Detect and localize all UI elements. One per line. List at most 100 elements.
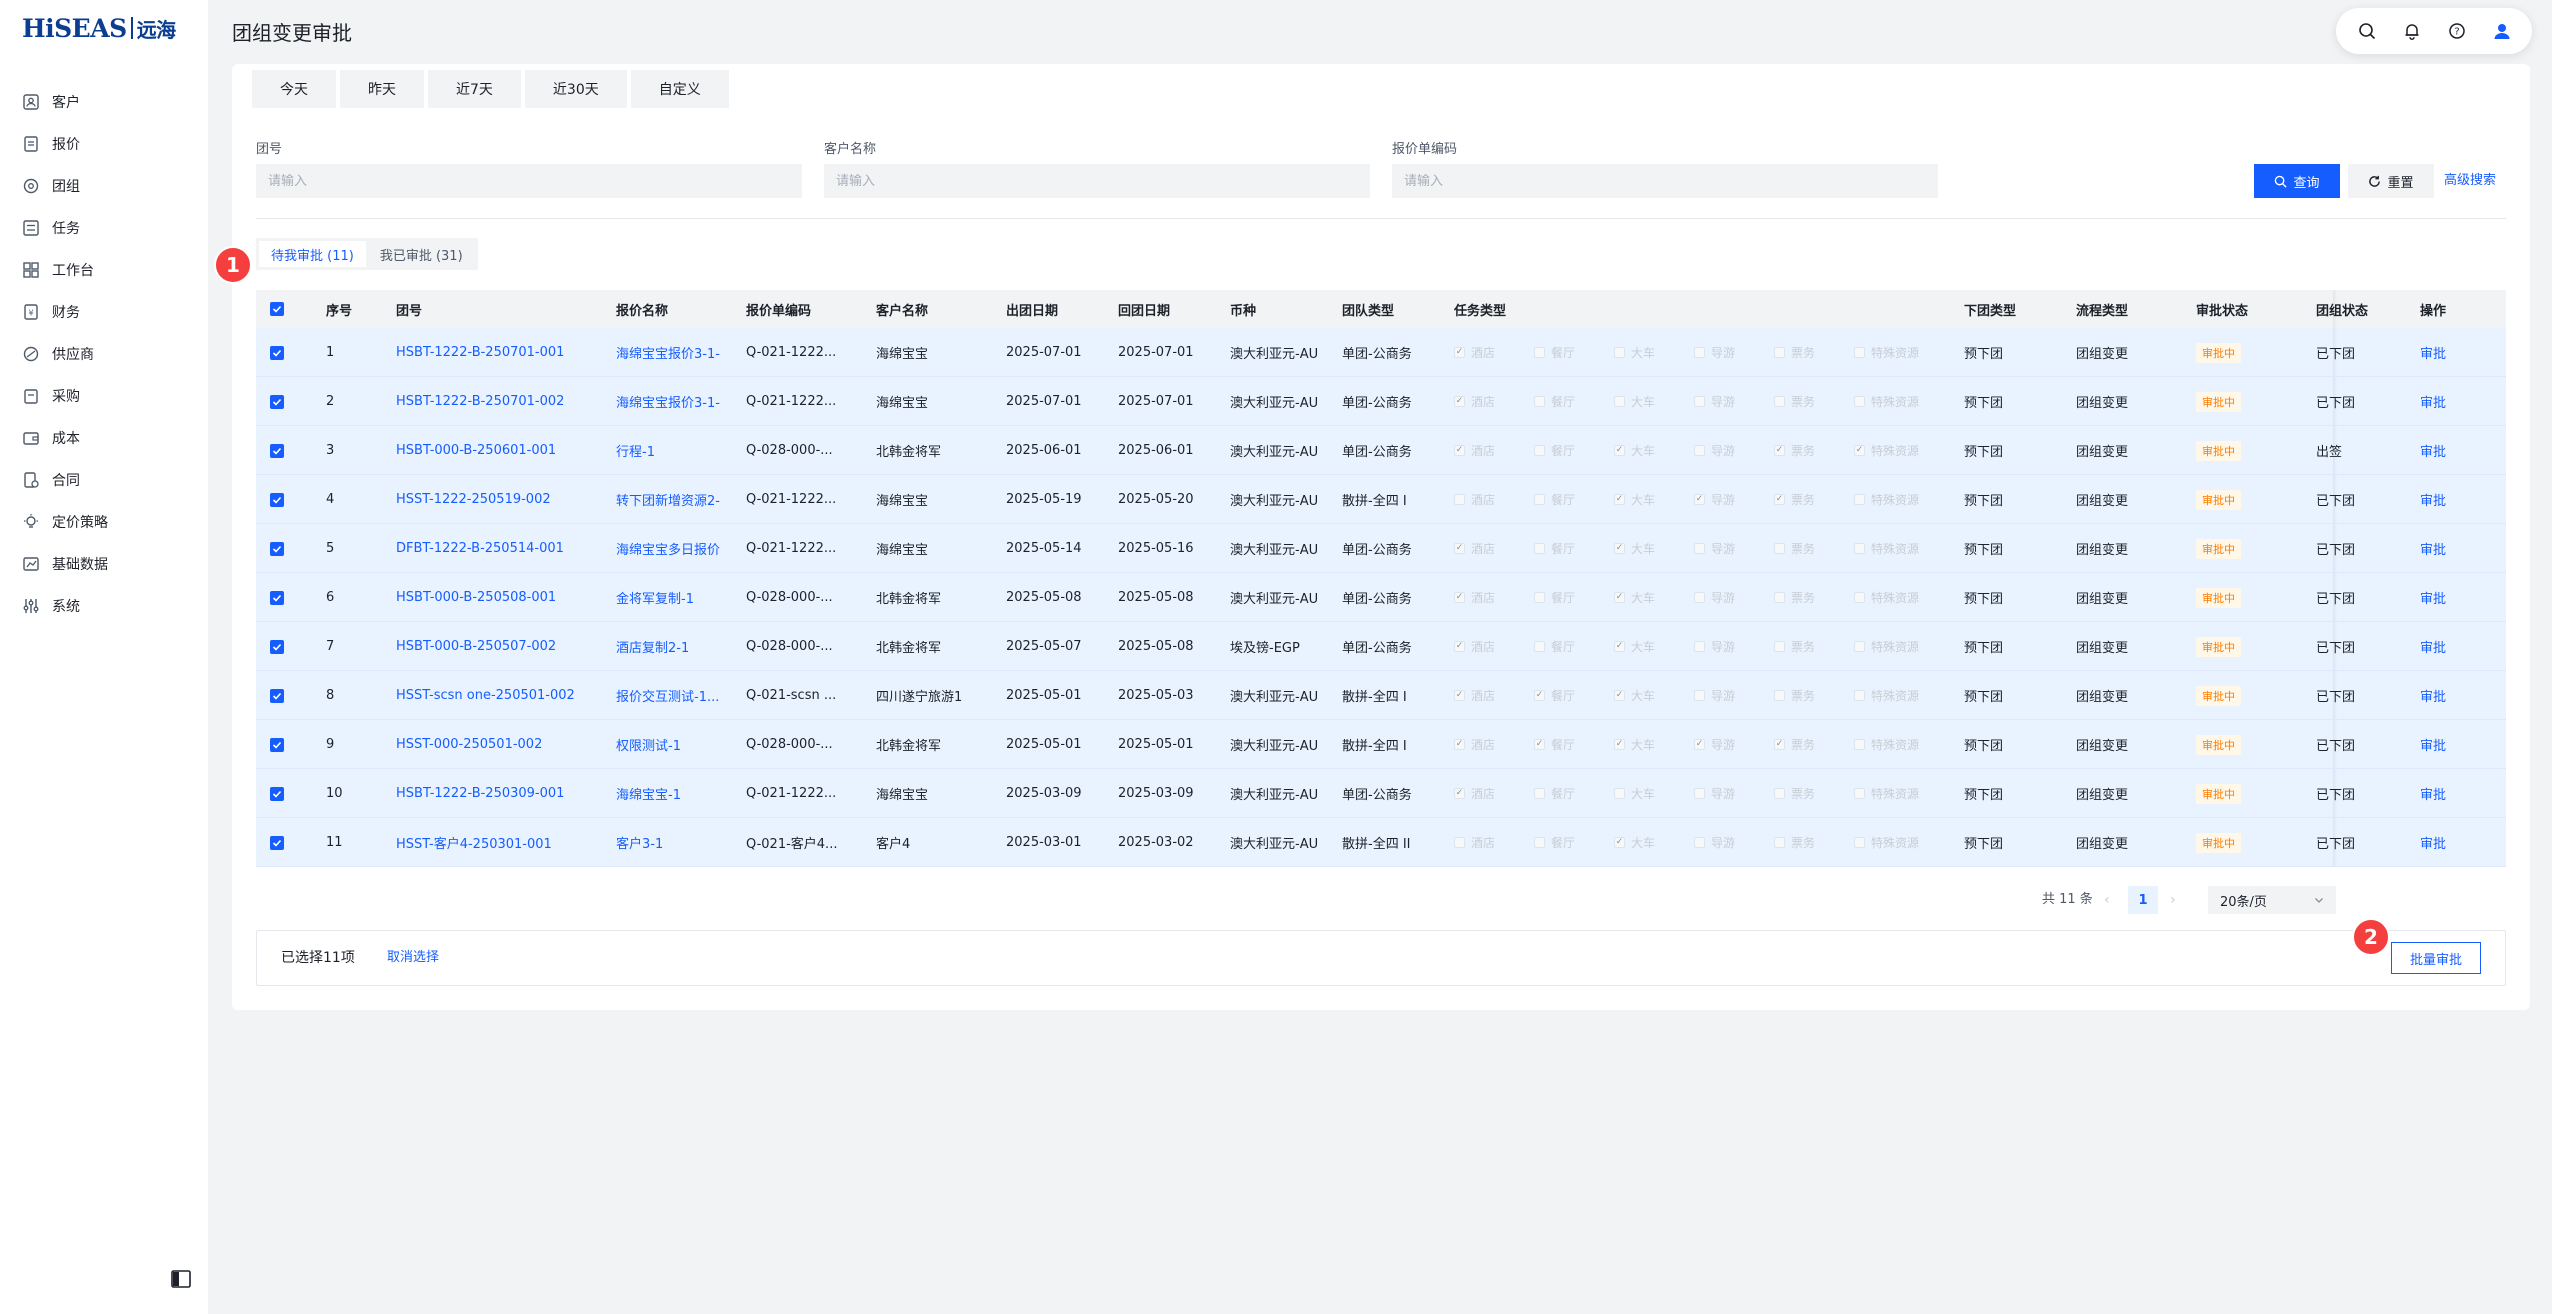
table-row[interactable]: 1 HSBT-1222-B-250701-001 海绵宝宝报价3-1- Q-021-1… [256,328,2506,377]
prev-page-button[interactable]: ‹ [2104,884,2110,916]
page-size-select[interactable]: 20条/页 [2208,886,2336,914]
cell-action-approve-link[interactable]: 审批 [2420,377,2480,426]
group-no-input[interactable] [256,164,802,198]
table-row[interactable]: 2 HSBT-1222-B-250701-002 海绵宝宝报价3-1- Q-021-1… [256,377,2506,426]
quote-code-input[interactable] [1392,164,1938,198]
date-tab-3[interactable]: 近30天 [524,70,627,108]
cell-quote-name[interactable]: 海绵宝宝-1 [616,769,734,818]
cell-group-no[interactable]: HSBT-000-B-250601-001 [396,426,606,475]
table-row[interactable]: 11 HSST-客户4-250301-001 客户3-1 Q-021-客户4... 客户… [256,818,2506,867]
sidebar-collapse-button[interactable] [170,1268,192,1290]
row-checkbox[interactable] [270,524,300,573]
cell-action-approve-link[interactable]: 审批 [2420,524,2480,573]
customer-name-input[interactable] [824,164,1370,198]
sidebar-item-quote[interactable]: 报价 [0,123,208,165]
row-checkbox[interactable] [270,622,300,671]
sidebar-item-cost[interactable]: 成本 [0,417,208,459]
sidebar-item-supplier[interactable]: 供应商 [0,333,208,375]
cell-group-no[interactable]: HSBT-1222-B-250701-002 [396,377,606,426]
cell-quote-name[interactable]: 海绵宝宝报价3-1- [616,377,734,426]
sidebar-item-group[interactable]: 团组 [0,165,208,207]
cell-group-no[interactable]: DFBT-1222-B-250514-001 [396,524,606,573]
cell-action-approve-link[interactable]: 审批 [2420,573,2480,622]
table-row[interactable]: 4 HSST-1222-250519-002 转下团新增资源2- Q-021-1222… [256,475,2506,524]
cell-quote-name[interactable]: 转下团新增资源2- [616,475,734,524]
row-checkbox[interactable] [270,426,300,475]
cell-customer: 北韩金将军 [876,592,942,607]
advanced-search-link[interactable]: 高级搜索 [2444,164,2496,198]
table-row[interactable]: 7 HSBT-000-B-250507-002 酒店复制2-1 Q-028-000-.… [256,622,2506,671]
date-tab-0[interactable]: 今天 [252,70,336,108]
cell-action-approve-link[interactable]: 审批 [2420,622,2480,671]
table-row[interactable]: 6 HSBT-000-B-250508-001 金将军复制-1 Q-028-000-.… [256,573,2506,622]
notification-button[interactable] [2396,15,2428,47]
cell-action-approve-link[interactable]: 审批 [2420,426,2480,475]
sidebar-item-purchase[interactable]: 采购 [0,375,208,417]
cell-quote-name[interactable]: 客户3-1 [616,818,734,867]
sidebar-item-system[interactable]: 系统 [0,585,208,627]
cell-action-approve-link[interactable]: 审批 [2420,328,2480,377]
cell-group-no[interactable]: HSST-000-250501-002 [396,720,606,769]
tab-approved[interactable]: 我已审批 (31) [368,241,475,267]
cell-group-no[interactable]: HSST-scsn one-250501-002 [396,671,606,720]
task-type-checkbox: 特殊资源 [1854,475,1932,524]
checkmark-icon: ✓ [1454,641,1465,652]
row-checkbox[interactable] [270,671,300,720]
cell-group-no[interactable]: HSBT-000-B-250507-002 [396,622,606,671]
cell-action-approve-link[interactable]: 审批 [2420,720,2480,769]
cell-quote-name[interactable]: 权限测试-1 [616,720,734,769]
cell-group-no[interactable]: HSST-客户4-250301-001 [396,818,606,867]
user-avatar-button[interactable] [2486,15,2518,47]
cell-group-no[interactable]: HSBT-000-B-250508-001 [396,573,606,622]
cell-currency: 澳大利亚元-AU [1230,543,1319,558]
cell-action-approve-link[interactable]: 审批 [2420,475,2480,524]
row-checkbox[interactable] [270,475,300,524]
search-button[interactable] [2351,15,2383,47]
query-button[interactable]: 查询 [2254,164,2340,198]
batch-approve-button[interactable]: 批量审批 [2391,942,2481,974]
cell-order-type: 预下团 [1964,543,2004,558]
task-checkbox-group: ✓ 大车 [1614,589,1655,606]
row-checkbox[interactable] [270,328,300,377]
cell-quote-name[interactable]: 海绵宝宝报价3-1- [616,328,734,377]
sidebar-item-contract[interactable]: 合同 [0,459,208,501]
row-checkbox[interactable] [270,769,300,818]
row-checkbox[interactable] [270,377,300,426]
cell-action-approve-link[interactable]: 审批 [2420,671,2480,720]
sidebar-item-task[interactable]: 任务 [0,207,208,249]
cell-quote-name[interactable]: 酒店复制2-1 [616,622,734,671]
table-row[interactable]: 9 HSST-000-250501-002 权限测试-1 Q-028-000-... 北… [256,720,2506,769]
cell-action-approve-link[interactable]: 审批 [2420,818,2480,867]
cell-action-approve-link[interactable]: 审批 [2420,769,2480,818]
sidebar-item-workbench[interactable]: 工作台 [0,249,208,291]
tab-pending-approval[interactable]: 待我审批 (11) [259,241,366,267]
sidebar-item-finance[interactable]: ¥ 财务 [0,291,208,333]
sidebar-item-customer[interactable]: 客户 [0,81,208,123]
reset-button[interactable]: 重置 [2348,164,2434,198]
page-1-button[interactable]: 1 [2128,886,2158,914]
row-checkbox[interactable] [270,720,300,769]
row-checkbox[interactable] [270,573,300,622]
sidebar-item-pricing[interactable]: 定价策略 [0,501,208,543]
table-row[interactable]: 3 HSBT-000-B-250601-001 行程-1 Q-028-000-... 北… [256,426,2506,475]
help-button[interactable]: ? [2441,15,2473,47]
cell-quote-name[interactable]: 海绵宝宝多日报价 [616,524,734,573]
cell-group-no[interactable]: HSBT-1222-B-250701-001 [396,328,606,377]
date-tab-4[interactable]: 自定义 [630,70,729,108]
date-tab-1[interactable]: 昨天 [340,70,424,108]
row-checkbox[interactable] [270,818,300,867]
date-tab-2[interactable]: 近7天 [428,70,521,108]
cell-quote-name[interactable]: 行程-1 [616,426,734,475]
table-row[interactable]: 5 DFBT-1222-B-250514-001 海绵宝宝多日报价 Q-021-122… [256,524,2506,573]
cell-group-no[interactable]: HSBT-1222-B-250309-001 [396,769,606,818]
cell-group-no[interactable]: HSST-1222-250519-002 [396,475,606,524]
next-page-button[interactable]: › [2170,884,2176,916]
select-all-checkbox[interactable] [270,290,300,328]
cell-quote-name[interactable]: 报价交互测试-1... [616,671,734,720]
cancel-selection-link[interactable]: 取消选择 [387,931,439,985]
sidebar-item-basedata[interactable]: 基础数据 [0,543,208,585]
table-row[interactable]: 10 HSBT-1222-B-250309-001 海绵宝宝-1 Q-021-1222… [256,769,2506,818]
table-row[interactable]: 8 HSST-scsn one-250501-002 报价交互测试-1... Q-02… [256,671,2506,720]
cell-quote-name[interactable]: 金将军复制-1 [616,573,734,622]
task-type-checkbox: 大车 [1614,769,1692,818]
